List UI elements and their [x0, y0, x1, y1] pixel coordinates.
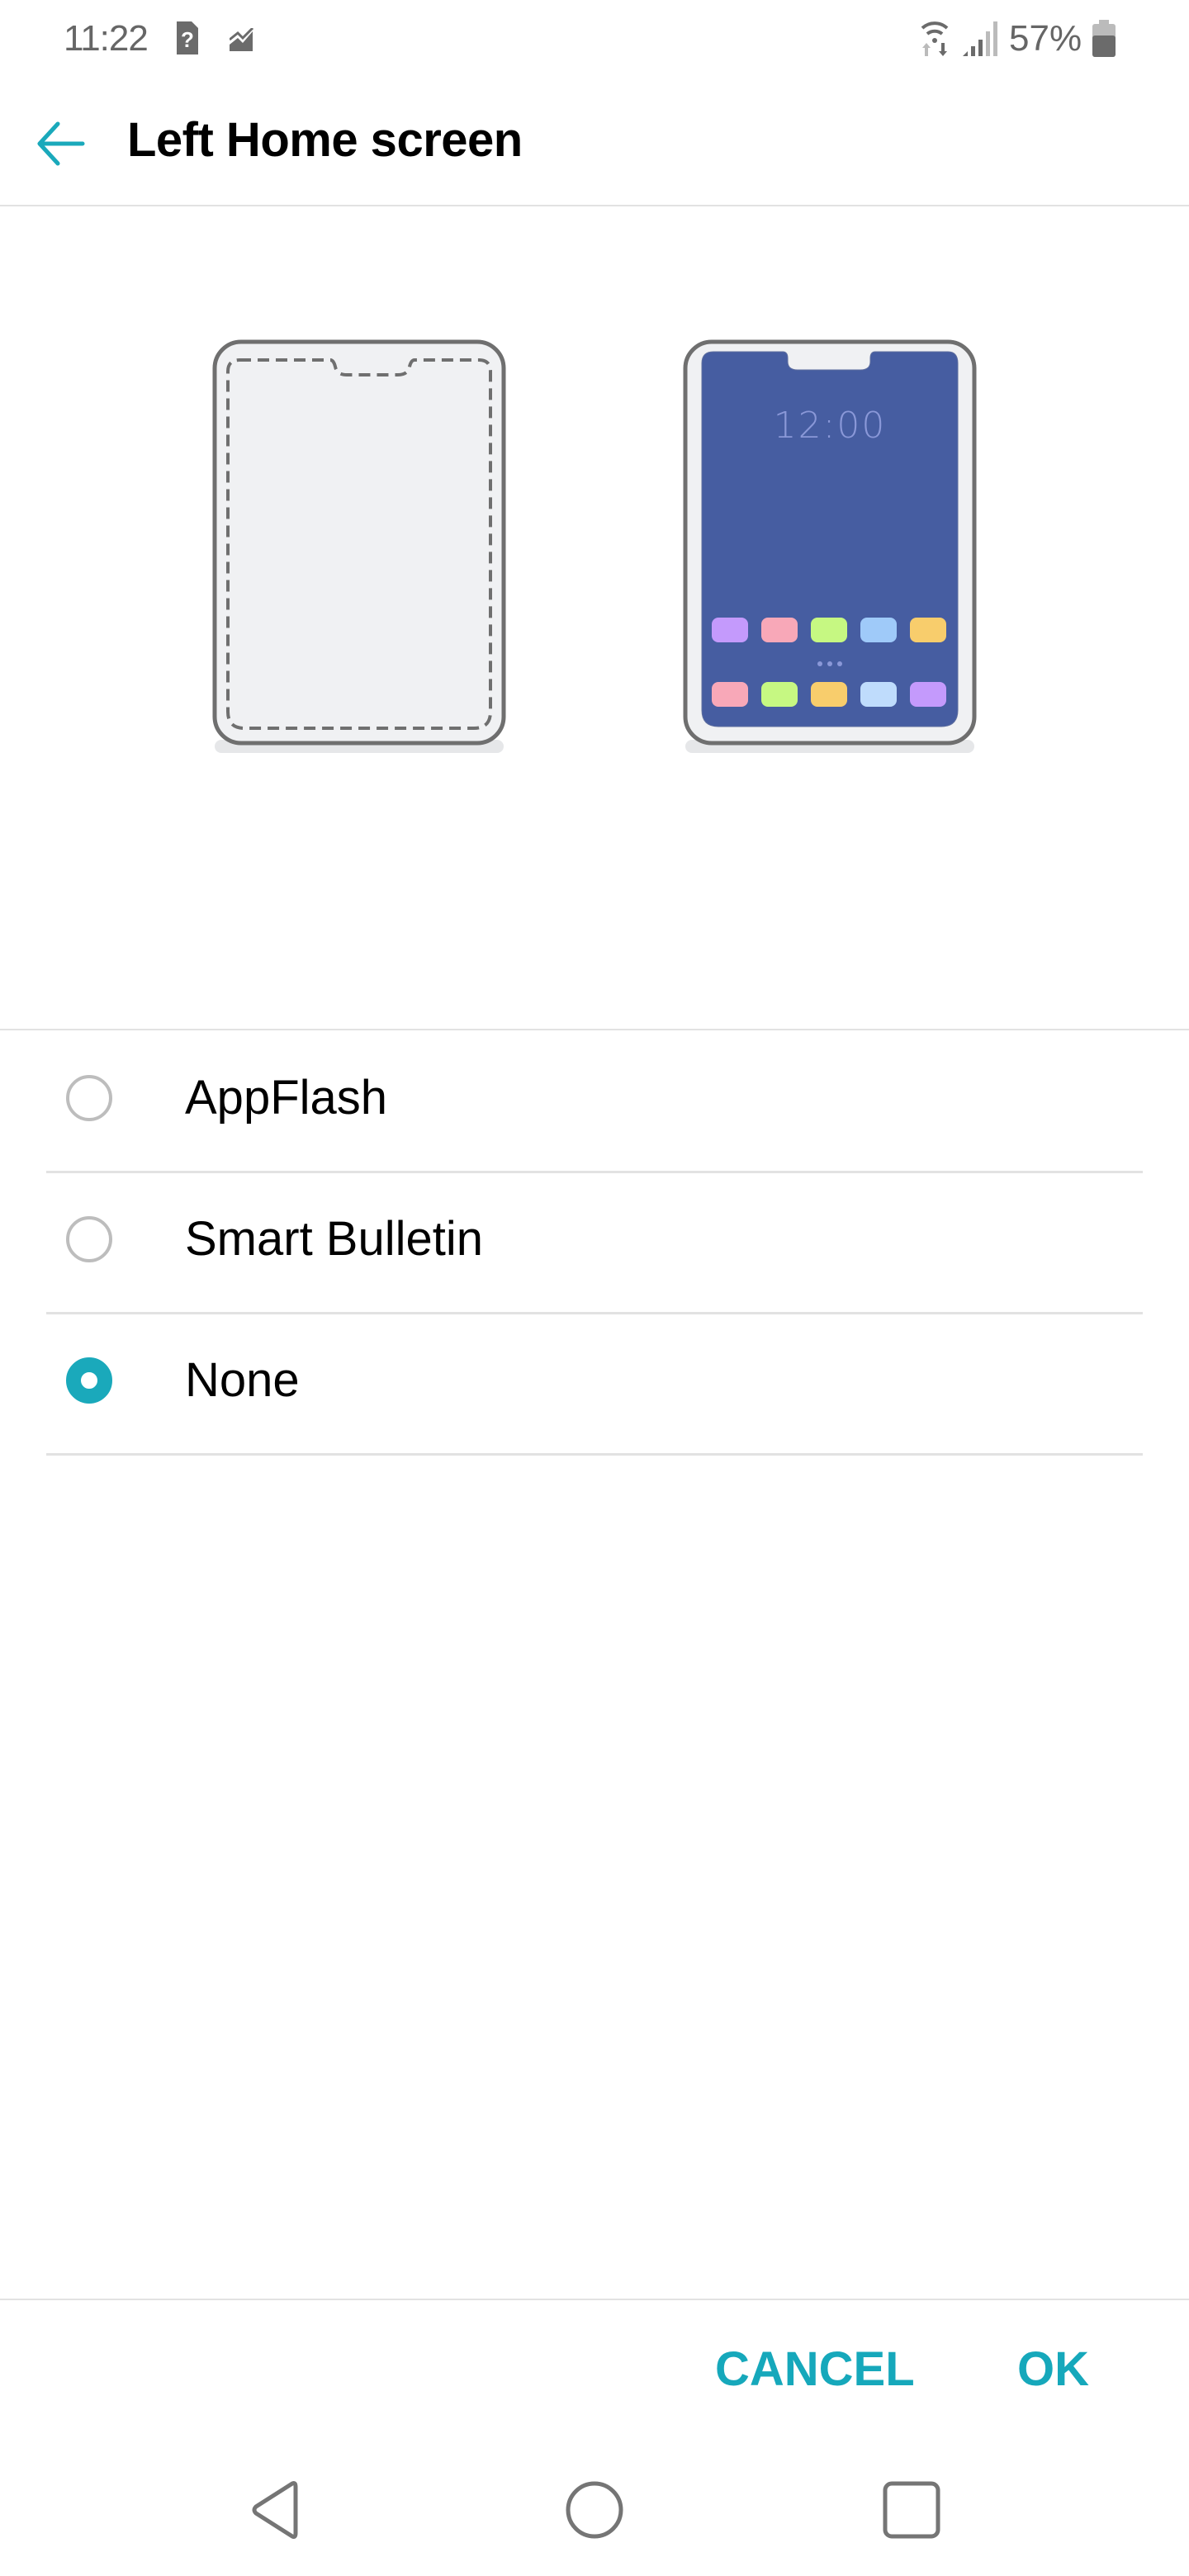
app-icon	[910, 682, 946, 707]
nav-recents-button[interactable]	[879, 2477, 945, 2543]
app-icon	[761, 682, 798, 707]
battery-percent: 57%	[1009, 18, 1082, 59]
app-icon	[712, 682, 748, 707]
app-icon	[712, 618, 748, 642]
ok-button[interactable]: OK	[1017, 2342, 1089, 2397]
page-dot	[837, 661, 842, 666]
battery-icon	[1092, 20, 1116, 57]
option-none[interactable]: None	[46, 1314, 1143, 1456]
status-bar: 11:22 ? 57%	[0, 0, 1189, 79]
app-icon	[910, 618, 946, 642]
option-smart-bulletin[interactable]: Smart Bulletin	[46, 1173, 1143, 1314]
right-home-screen-phone	[683, 339, 977, 753]
left-screen-empty-phone	[212, 339, 506, 753]
option-list: AppFlash Smart Bulletin None	[0, 1032, 1189, 1456]
preview-clock: 12:00	[773, 405, 887, 447]
option-label: Smart Bulletin	[185, 1212, 484, 1266]
home-screen-illustration: 12:00	[0, 206, 1189, 1030]
nav-back-button[interactable]	[244, 2477, 310, 2543]
back-button[interactable]	[28, 112, 91, 175]
cancel-button[interactable]: CANCEL	[715, 2342, 915, 2397]
nav-home-button[interactable]	[561, 2477, 628, 2543]
app-icon	[761, 618, 798, 642]
app-icon	[860, 618, 897, 642]
nav-home-icon	[566, 2481, 623, 2539]
radio-button[interactable]	[66, 1075, 112, 1121]
radio-button[interactable]	[66, 1357, 112, 1404]
status-time: 11:22	[64, 18, 149, 59]
app-bar: Left Home screen	[0, 79, 1189, 206]
page-title: Left Home screen	[127, 113, 523, 167]
cell-signal-icon	[963, 21, 997, 56]
nav-back-icon	[252, 2481, 298, 2539]
wifi-data-icon	[921, 21, 949, 56]
radio-button[interactable]	[66, 1216, 112, 1262]
app-icon	[811, 682, 847, 707]
svg-text:?: ?	[181, 27, 194, 52]
data-activity-icon	[230, 28, 254, 51]
navigation-bar	[0, 2444, 1189, 2576]
divider	[0, 2299, 1189, 2300]
page-dot	[817, 661, 822, 666]
app-icon	[811, 618, 847, 642]
arrow-left-icon	[37, 121, 85, 166]
option-appflash[interactable]: AppFlash	[46, 1032, 1143, 1173]
page-dot	[827, 661, 832, 666]
option-label: AppFlash	[185, 1071, 388, 1125]
option-label: None	[185, 1353, 300, 1407]
nav-recents-icon	[883, 2481, 940, 2539]
sim-unknown-icon: ?	[177, 21, 198, 54]
app-icon	[860, 682, 897, 707]
